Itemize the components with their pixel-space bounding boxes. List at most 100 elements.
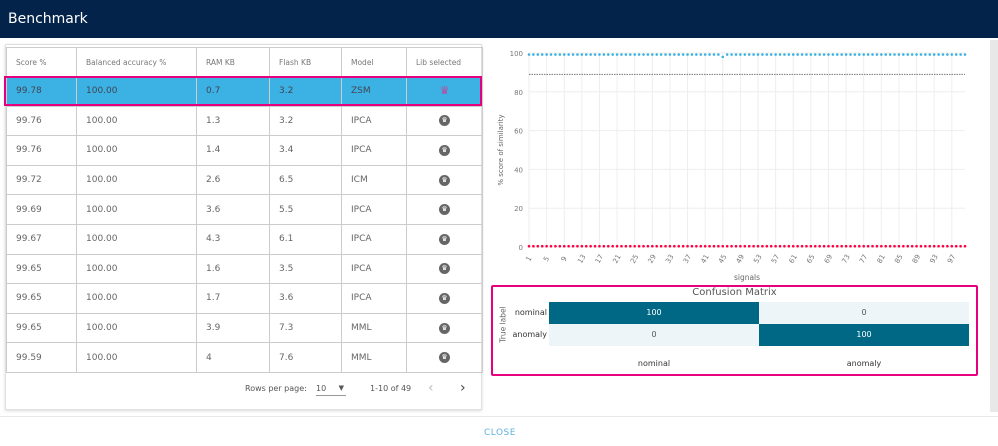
- anomaly-point: [862, 244, 866, 248]
- column-header[interactable]: Score %: [6, 47, 77, 77]
- nominal-point: [725, 53, 729, 56]
- anomaly-point: [888, 244, 892, 248]
- anomaly-point: [554, 244, 557, 248]
- table-row[interactable]: 99.65 100.00 1.6 3.5 IPCA ♛: [6, 253, 483, 285]
- column-header[interactable]: RAM KB: [196, 47, 270, 77]
- column-header[interactable]: Balanced accuracy %: [76, 47, 197, 77]
- cell-bacc: 100.00: [76, 312, 197, 344]
- column-header[interactable]: Lib selected: [406, 47, 483, 77]
- table-row[interactable]: 99.59 100.00 4 7.6 MML ♛: [6, 342, 483, 373]
- crown-icon[interactable]: ♛: [439, 115, 450, 127]
- lib-selected-cell[interactable]: ♛: [406, 164, 483, 196]
- anomaly-point: [835, 244, 839, 248]
- nominal-point: [527, 53, 531, 56]
- y-tick-label: 0: [519, 244, 523, 252]
- cell-score: 99.67: [6, 223, 77, 255]
- anomaly-point: [584, 244, 588, 248]
- cell-ram: 1.3: [196, 105, 270, 137]
- anomaly-point: [615, 244, 619, 248]
- crown-icon[interactable]: ♛: [439, 144, 450, 156]
- cell-flash: 3.2: [269, 105, 342, 137]
- table-row[interactable]: 99.72 100.00 2.6 6.5 ICM ♛: [6, 164, 483, 196]
- table-row[interactable]: 99.65 100.00 1.7 3.6 IPCA ♛: [6, 283, 483, 314]
- anomaly-point: [752, 244, 755, 248]
- anomaly-point: [809, 244, 813, 248]
- matrix-cell: 100: [759, 324, 969, 346]
- anomaly-point: [805, 244, 808, 248]
- table-row[interactable]: 99.69 100.00 3.6 5.5 IPCA ♛: [6, 194, 483, 225]
- anomaly-point: [558, 244, 562, 248]
- next-page-button[interactable]: ›: [460, 380, 466, 396]
- nominal-point: [540, 53, 544, 56]
- nominal-point: [637, 53, 641, 56]
- y-tick-label: 80: [514, 89, 523, 97]
- matrix-cell: 100: [549, 302, 759, 324]
- cell-model: IPCA: [341, 253, 407, 285]
- anomaly-point: [725, 244, 729, 248]
- y-tick-label: 100: [510, 50, 523, 58]
- dialog-header: Benchmark: [0, 0, 998, 38]
- x-tick-label: 41: [699, 253, 710, 265]
- crown-icon-highlighted[interactable]: ♛: [439, 85, 450, 96]
- anomaly-point: [549, 244, 553, 248]
- cell-flash: 7.3: [269, 312, 342, 344]
- nominal-point: [593, 53, 597, 56]
- x-tick-label: 85: [893, 253, 904, 265]
- lib-selected-cell[interactable]: ♛: [406, 253, 483, 285]
- crown-icon[interactable]: ♛: [439, 322, 450, 334]
- lib-selected-cell[interactable]: ♛: [406, 223, 483, 255]
- table-row[interactable]: 99.67 100.00 4.3 6.1 IPCA ♛: [6, 223, 483, 255]
- lib-selected-cell[interactable]: ♛: [406, 105, 483, 137]
- table-row[interactable]: 99.65 100.00 3.9 7.3 MML ♛: [6, 312, 483, 344]
- crown-icon[interactable]: ♛: [439, 292, 450, 304]
- cell-model: MML: [341, 312, 407, 344]
- anomaly-point: [827, 244, 830, 248]
- anomaly-point: [858, 244, 861, 248]
- anomaly-point: [602, 244, 606, 248]
- anomaly-point: [831, 244, 835, 248]
- rows-per-page-select[interactable]: 10 ▼: [316, 384, 346, 396]
- anomaly-point: [946, 244, 949, 248]
- crown-icon[interactable]: ♛: [439, 263, 450, 275]
- lib-selected-cell[interactable]: ♛: [406, 342, 483, 373]
- column-header[interactable]: Model: [341, 47, 407, 77]
- close-button[interactable]: CLOSE: [484, 428, 516, 438]
- anomaly-point: [928, 244, 932, 248]
- nominal-point: [783, 53, 786, 56]
- scrollbar[interactable]: [990, 40, 998, 412]
- nominal-point: [545, 53, 548, 56]
- nominal-point: [677, 53, 681, 56]
- nominal-point: [562, 53, 566, 56]
- cell-score: 99.72: [6, 164, 77, 196]
- nominal-point: [840, 53, 843, 56]
- anomaly-point: [717, 244, 720, 248]
- prev-page-button[interactable]: ‹: [428, 380, 434, 396]
- table-row[interactable]: 99.78 100.00 0.7 3.2 ZSM ♛: [6, 76, 483, 107]
- table-row[interactable]: 99.76 100.00 1.4 3.4 IPCA ♛: [6, 135, 483, 166]
- lib-selected-cell[interactable]: ♛: [406, 312, 483, 344]
- lib-selected-cell[interactable]: ♛: [406, 135, 483, 166]
- anomaly-point: [598, 244, 601, 248]
- nominal-point: [576, 53, 579, 56]
- row-label: nominal: [514, 308, 547, 317]
- anomaly-point: [677, 244, 681, 248]
- anomaly-point: [849, 244, 852, 248]
- nominal-point: [809, 53, 813, 56]
- anomaly-point: [730, 244, 733, 248]
- nominal-point: [606, 53, 610, 56]
- cell-flash: 5.5: [269, 194, 342, 225]
- lib-selected-cell[interactable]: ♛: [406, 76, 483, 107]
- x-tick-label: 53: [752, 253, 763, 265]
- crown-icon[interactable]: ♛: [439, 352, 450, 364]
- crown-icon[interactable]: ♛: [439, 174, 450, 186]
- anomaly-point: [593, 244, 597, 248]
- column-header[interactable]: Flash KB: [269, 47, 342, 77]
- crown-icon[interactable]: ♛: [439, 204, 450, 216]
- crown-icon[interactable]: ♛: [439, 233, 450, 245]
- table-row[interactable]: 99.76 100.00 1.3 3.2 IPCA ♛: [6, 105, 483, 137]
- column-label: nominal: [637, 359, 671, 368]
- cell-ram: 4.3: [196, 223, 270, 255]
- lib-selected-cell[interactable]: ♛: [406, 283, 483, 314]
- lib-selected-cell[interactable]: ♛: [406, 194, 483, 225]
- column-label: anomaly: [846, 359, 882, 368]
